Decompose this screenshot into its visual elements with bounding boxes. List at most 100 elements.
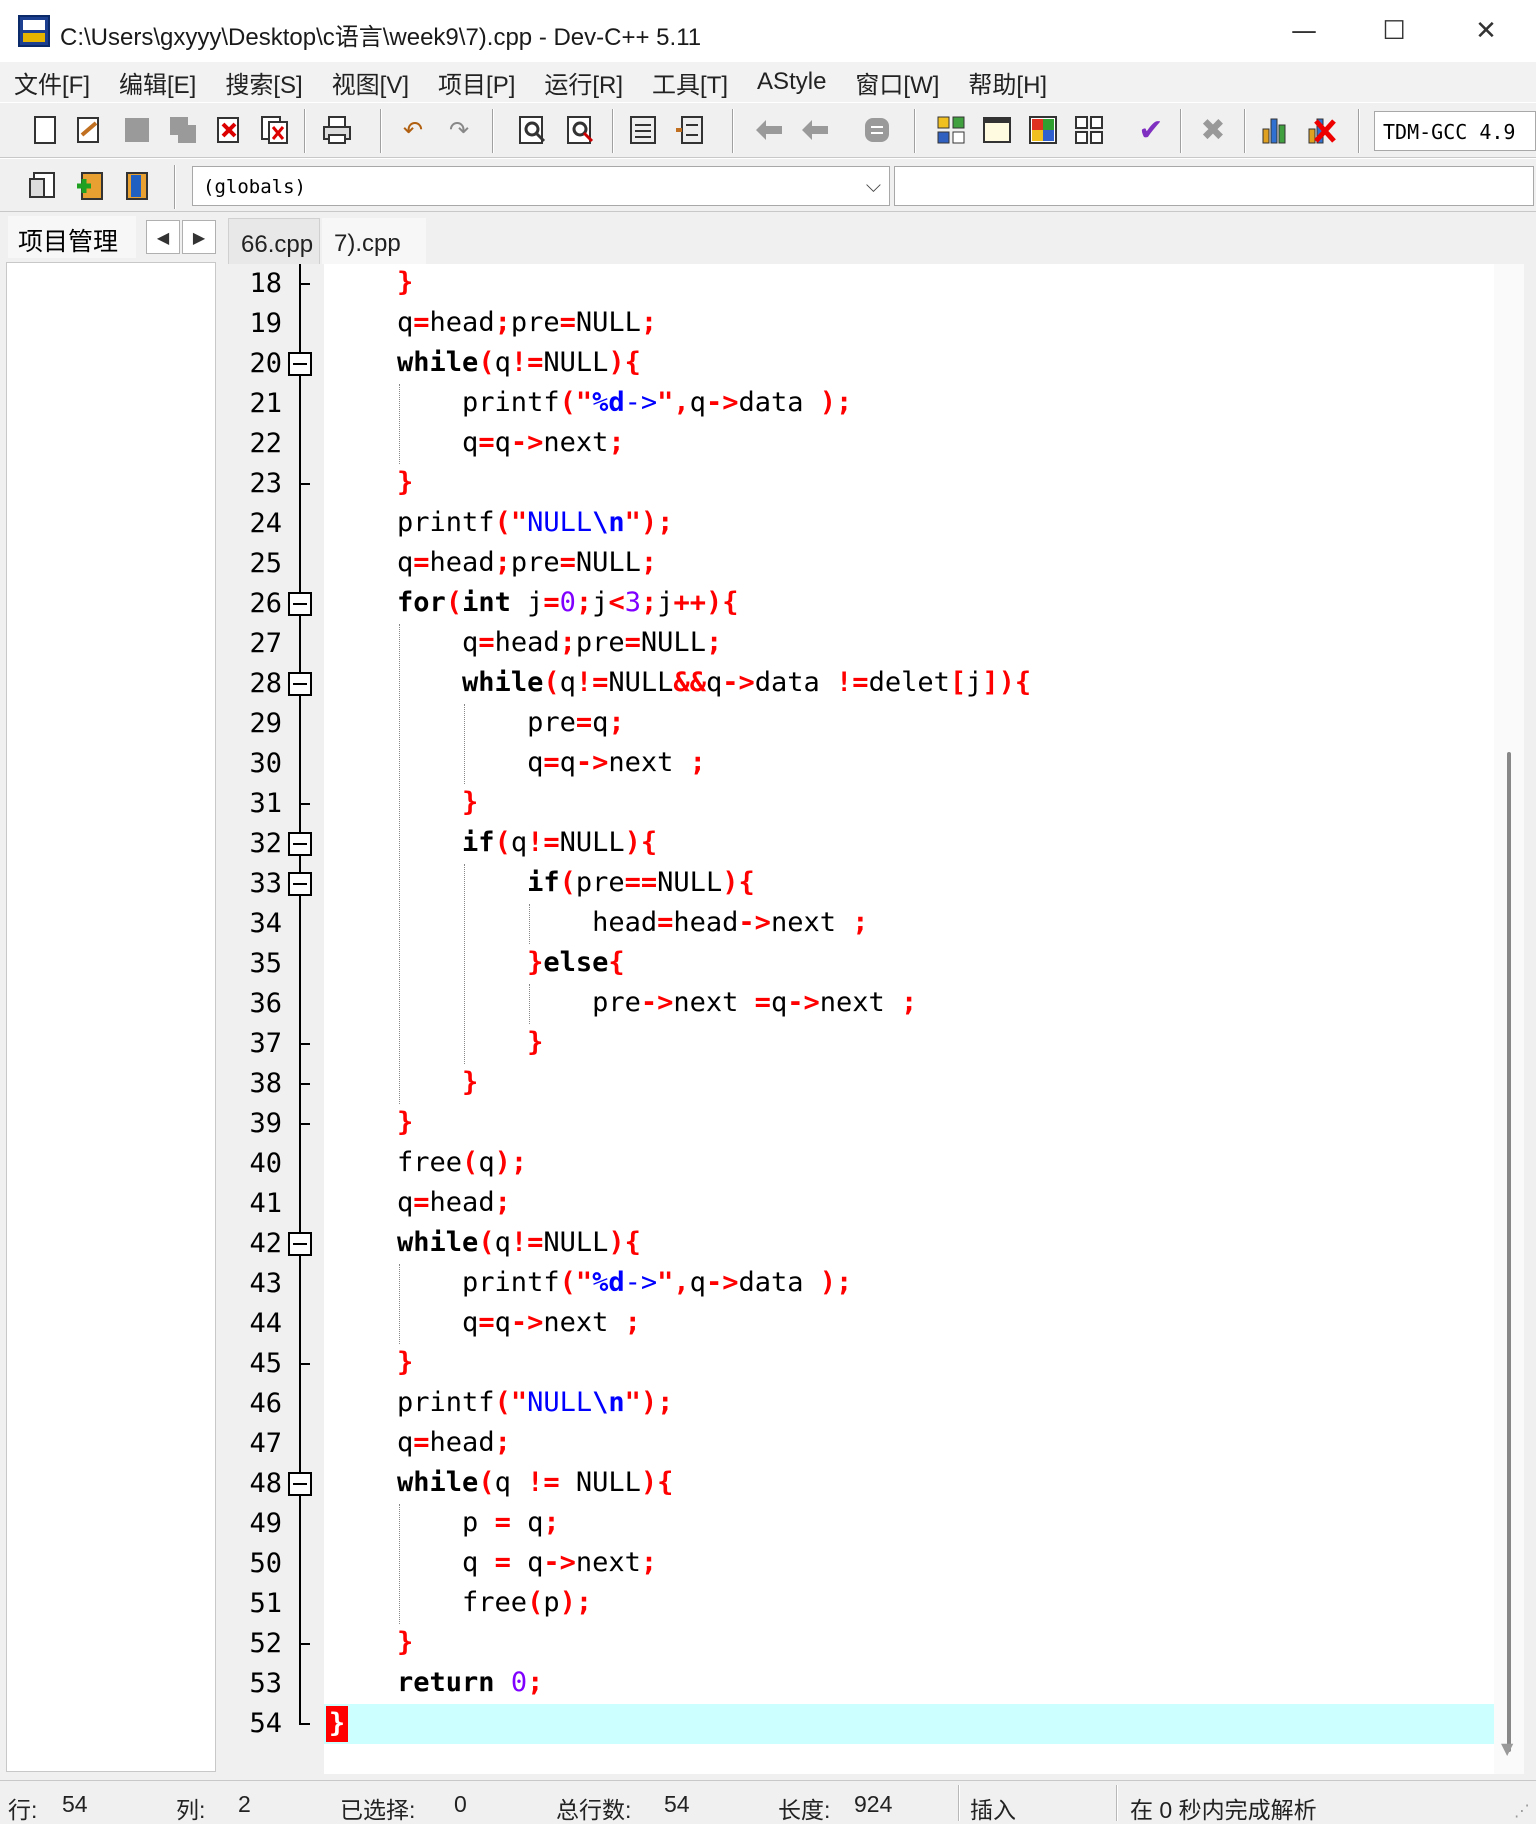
- code-line[interactable]: 30 q=q->next ;: [232, 744, 1494, 784]
- find-button[interactable]: [518, 115, 548, 145]
- code-text: for(int j=0;j<3;j++){: [397, 587, 739, 618]
- syntax-check-button[interactable]: ✔: [1136, 113, 1166, 148]
- tab-66-cpp[interactable]: 66.cpp: [228, 218, 320, 264]
- tab-prev-button[interactable]: ◀: [146, 220, 180, 254]
- menu-astyle[interactable]: AStyle: [757, 68, 826, 96]
- code-line[interactable]: 27 q=head;pre=NULL;: [232, 624, 1494, 664]
- menu-file[interactable]: 文件[F]: [14, 65, 90, 100]
- print-button[interactable]: [322, 115, 352, 145]
- indent-button[interactable]: [628, 115, 658, 145]
- globals-select[interactable]: (globals) ⌵: [192, 166, 890, 206]
- code-line[interactable]: 31 }: [232, 784, 1494, 824]
- resize-grip-icon[interactable]: ⋰: [1514, 1801, 1530, 1820]
- line-number: 54: [249, 1708, 282, 1739]
- menu-tools[interactable]: 工具[T]: [652, 65, 728, 100]
- code-line[interactable]: 46 printf("NULL\n");: [232, 1384, 1494, 1424]
- redo-button[interactable]: ↷: [444, 115, 474, 145]
- unindent-button[interactable]: [674, 115, 704, 145]
- menu-run[interactable]: 运行[R]: [544, 65, 623, 100]
- code-line[interactable]: 44 q=q->next ;: [232, 1304, 1494, 1344]
- fold-collapse-icon[interactable]: [288, 672, 312, 696]
- menu-help[interactable]: 帮助[H]: [968, 65, 1047, 100]
- code-line[interactable]: 20 while(q!=NULL){: [232, 344, 1494, 384]
- menu-view[interactable]: 视图[V]: [332, 65, 409, 100]
- goto-forward-button[interactable]: [800, 115, 830, 145]
- code-line[interactable]: 47 q=head;: [232, 1424, 1494, 1464]
- code-line[interactable]: 48 while(q != NULL){: [232, 1464, 1494, 1504]
- close-all-button[interactable]: [260, 115, 290, 145]
- code-line[interactable]: 23 }: [232, 464, 1494, 504]
- code-line[interactable]: 34 head=head->next ;: [232, 904, 1494, 944]
- code-line[interactable]: 21 printf("%d->",q->data );: [232, 384, 1494, 424]
- close-button[interactable]: ✕: [1456, 10, 1516, 52]
- close-file-button[interactable]: [214, 115, 244, 145]
- fold-collapse-icon[interactable]: [288, 592, 312, 616]
- code-line[interactable]: 19 q=head;pre=NULL;: [232, 304, 1494, 344]
- tile-colors-button[interactable]: [1028, 115, 1058, 145]
- code-line[interactable]: 35 }else{: [232, 944, 1494, 984]
- save-button[interactable]: [122, 115, 152, 145]
- code-line[interactable]: 51 free(p);: [232, 1584, 1494, 1624]
- undo-button[interactable]: ↶: [398, 115, 428, 145]
- fold-collapse-icon[interactable]: [288, 1472, 312, 1496]
- code-line[interactable]: 37 }: [232, 1024, 1494, 1064]
- code-line[interactable]: 42 while(q!=NULL){: [232, 1224, 1494, 1264]
- scrollbar-thumb[interactable]: [1507, 752, 1511, 1752]
- scroll-down-icon[interactable]: ▼: [1501, 1739, 1513, 1758]
- profile-button[interactable]: [1260, 115, 1290, 145]
- fold-collapse-icon[interactable]: [288, 832, 312, 856]
- code-line[interactable]: 49 p = q;: [232, 1504, 1494, 1544]
- layout-button[interactable]: [1074, 115, 1104, 145]
- code-line[interactable]: 43 printf("%d->",q->data );: [232, 1264, 1494, 1304]
- menu-edit[interactable]: 编辑[E]: [119, 65, 196, 100]
- code-line[interactable]: 54}: [232, 1704, 1494, 1744]
- code-line[interactable]: 45 }: [232, 1344, 1494, 1384]
- delete-profile-button[interactable]: [1306, 115, 1336, 145]
- code-line[interactable]: 52 }: [232, 1624, 1494, 1664]
- project-tree[interactable]: [6, 262, 216, 1772]
- code-line[interactable]: 53 return 0;: [232, 1664, 1494, 1704]
- maximize-button[interactable]: ☐: [1364, 10, 1424, 52]
- code-line[interactable]: 38 }: [232, 1064, 1494, 1104]
- vertical-scrollbar[interactable]: ▼: [1494, 264, 1524, 1774]
- new-project-button[interactable]: [936, 115, 966, 145]
- window-button[interactable]: [982, 115, 1012, 145]
- toggle-bookmark-button[interactable]: [862, 115, 892, 145]
- menu-search[interactable]: 搜索[S]: [225, 65, 302, 100]
- code-line[interactable]: 29 pre=q;: [232, 704, 1494, 744]
- code-line[interactable]: 33 if(pre==NULL){: [232, 864, 1494, 904]
- menu-window[interactable]: 窗口[W]: [855, 65, 939, 100]
- add-to-project-button[interactable]: [74, 171, 104, 201]
- minimize-button[interactable]: —: [1274, 10, 1334, 52]
- code-line[interactable]: 25 q=head;pre=NULL;: [232, 544, 1494, 584]
- open-file-button[interactable]: [74, 115, 104, 145]
- code-line[interactable]: 32 if(q!=NULL){: [232, 824, 1494, 864]
- insert-button[interactable]: [28, 171, 58, 201]
- code-line[interactable]: 40 free(q);: [232, 1144, 1494, 1184]
- code-line[interactable]: 24 printf("NULL\n");: [232, 504, 1494, 544]
- code-line[interactable]: 41 q=head;: [232, 1184, 1494, 1224]
- code-line[interactable]: 22 q=q->next;: [232, 424, 1494, 464]
- stop-button[interactable]: ✖: [1198, 113, 1228, 148]
- fold-collapse-icon[interactable]: [288, 352, 312, 376]
- save-all-button[interactable]: [168, 115, 198, 145]
- code-line[interactable]: 50 q = q->next;: [232, 1544, 1494, 1584]
- tab-project-manager[interactable]: 项目管理: [8, 216, 136, 258]
- goto-back-button[interactable]: [754, 115, 784, 145]
- tab-7-cpp[interactable]: 7).cpp: [322, 218, 426, 264]
- code-line[interactable]: 26 for(int j=0;j<3;j++){: [232, 584, 1494, 624]
- code-line[interactable]: 39 }: [232, 1104, 1494, 1144]
- compiler-select[interactable]: TDM-GCC 4.9: [1374, 111, 1536, 151]
- menu-project[interactable]: 项目[P]: [438, 65, 515, 100]
- code-editor[interactable]: 18 } 19 q=head;pre=NULL; 20 while(q!=NULL)…: [232, 264, 1494, 1774]
- function-select[interactable]: [894, 166, 1534, 206]
- fold-collapse-icon[interactable]: [288, 1232, 312, 1256]
- code-line[interactable]: 18 }: [232, 264, 1494, 304]
- toggle-panel-button[interactable]: [122, 171, 152, 201]
- fold-collapse-icon[interactable]: [288, 872, 312, 896]
- tab-next-button[interactable]: ▶: [182, 220, 216, 254]
- code-line[interactable]: 28 while(q!=NULL&&q->data !=delet[j]){: [232, 664, 1494, 704]
- replace-button[interactable]: [566, 115, 596, 145]
- code-line[interactable]: 36 pre->next =q->next ;: [232, 984, 1494, 1024]
- new-file-button[interactable]: [30, 115, 60, 145]
